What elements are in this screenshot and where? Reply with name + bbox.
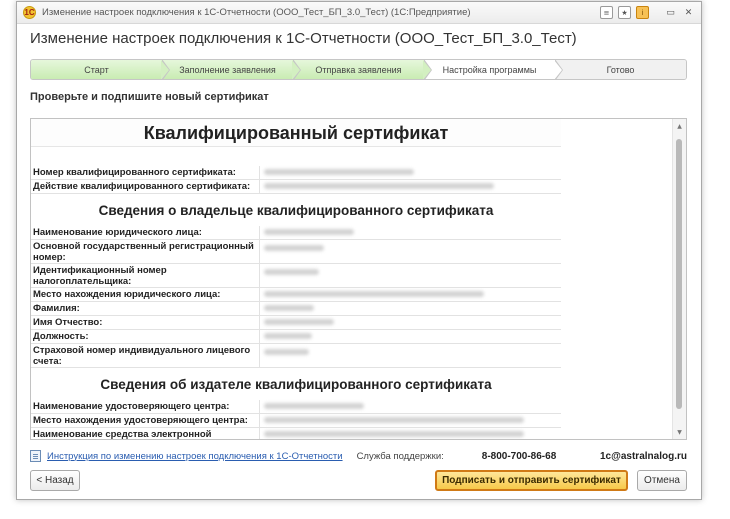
cert-row-value-redacted [260,316,561,329]
step-label: Старт [84,64,109,75]
cert-row-value-redacted [260,344,561,367]
scroll-down-icon[interactable]: ▼ [673,426,686,438]
app-logo-icon: 1С [23,6,36,19]
cert-row-label: Идентификационный номер налогоплательщик… [31,264,260,287]
step-application: Заполнение заявления [162,60,301,79]
title-bar: 1С Изменение настроек подключения к 1С-О… [17,2,701,24]
step-settings: Настройка программы [424,60,563,79]
cert-row: Страховой номер индивидуального лицевого… [31,344,561,368]
cert-row-label: Наименование юридического лица: [31,226,260,239]
cert-row-value-redacted [260,180,561,193]
cert-row-value-redacted [260,428,561,439]
form-title: Изменение настроек подключения к 1С-Отче… [30,30,577,47]
section-issuer-heading: Сведения об издателе квалифицированного … [100,377,492,392]
main-window: 1С Изменение настроек подключения к 1С-О… [16,1,702,500]
cert-row-value-redacted [260,240,561,263]
cert-row: Идентификационный номер налогоплательщик… [31,264,561,288]
window-title: Изменение настроек подключения к 1С-Отче… [42,7,471,18]
close-icon[interactable]: ✕ [682,6,695,19]
cert-row: Место нахождения удостоверяющего центра: [31,414,561,428]
cert-row-label: Номер квалифицированного сертификата: [31,166,260,179]
cert-row-value-redacted [260,302,561,315]
cert-row-label: Основной государственный регистрационный… [31,240,260,263]
step-start: Старт [31,60,170,79]
info-icon[interactable]: i [636,6,649,19]
step-sending: Отправка заявления [293,60,432,79]
cert-row-value-redacted [260,400,561,413]
certificate-document: Квалифицированный сертификат Номер квали… [31,119,561,439]
cert-row-value-redacted [260,226,561,239]
minimize-icon[interactable]: ▭ [664,6,677,19]
form-subtitle: Проверьте и подпишите новый сертификат [30,91,269,103]
cert-row-label: Действие квалифицированного сертификата: [31,180,260,193]
step-label: Отправка заявления [315,64,402,75]
cert-row: Наименование удостоверяющего центра: [31,400,561,414]
cert-row-label: Наименование удостоверяющего центра: [31,400,260,413]
cert-row: Место нахождения юридического лица: [31,288,561,302]
support-email: 1c@astralnalog.ru [599,450,687,462]
support-label: Служба поддержки: [356,450,444,462]
cert-row: Действие квалифицированного сертификата: [31,180,561,194]
cert-row-label: Должность: [31,330,260,343]
cert-row: Номер квалифицированного сертификата: [31,166,561,180]
back-button[interactable]: < Назад [30,470,80,491]
menu-icon[interactable]: ≡ [600,6,613,19]
document-icon [30,450,41,462]
step-done: Готово [555,60,686,79]
step-label: Готово [606,64,635,75]
cert-row-label: Место нахождения удостоверяющего центра: [31,414,260,427]
cert-row: Фамилия: [31,302,561,316]
favorite-icon[interactable]: ★ [618,6,631,19]
step-label: Настройка программы [442,64,537,75]
sign-and-send-button[interactable]: Подписать и отправить сертификат [435,470,628,491]
cert-row-value-redacted [260,264,561,287]
cert-row: Наименование юридического лица: [31,226,561,240]
cert-row-label: Фамилия: [31,302,260,315]
cert-row: Наименование средства электронной [31,428,561,439]
section-owner-heading: Сведения о владельце квалифицированного … [98,203,494,218]
scroll-thumb[interactable] [676,139,682,409]
cert-row-value-redacted [260,166,561,179]
cert-row: Имя Отчество: [31,316,561,330]
cert-row-label: Место нахождения юридического лица: [31,288,260,301]
cert-row-value-redacted [260,330,561,343]
cert-row-value-redacted [260,288,561,301]
cert-row-value-redacted [260,414,561,427]
cancel-button[interactable]: Отмена [637,470,687,491]
scroll-up-icon[interactable]: ▲ [673,120,686,132]
cert-row: Должность: [31,330,561,344]
cert-row: Основной государственный регистрационный… [31,240,561,264]
cert-row-label: Имя Отчество: [31,316,260,329]
support-phone: 8-800-700-86-68 [481,450,557,462]
cert-row-label: Наименование средства электронной [31,428,260,439]
step-label: Заполнение заявления [179,64,276,75]
wizard-steps: Старт Заполнение заявления Отправка заяв… [30,59,687,80]
vertical-scrollbar[interactable]: ▲ ▼ [672,119,686,439]
footer-bar: Инструкция по изменению настроек подключ… [30,448,687,464]
certificate-viewer[interactable]: Квалифицированный сертификат Номер квали… [30,118,687,440]
cert-row-label: Страховой номер индивидуального лицевого… [31,344,260,367]
instruction-link[interactable]: Инструкция по изменению настроек подключ… [47,451,343,462]
certificate-title: Квалифицированный сертификат [31,119,561,147]
